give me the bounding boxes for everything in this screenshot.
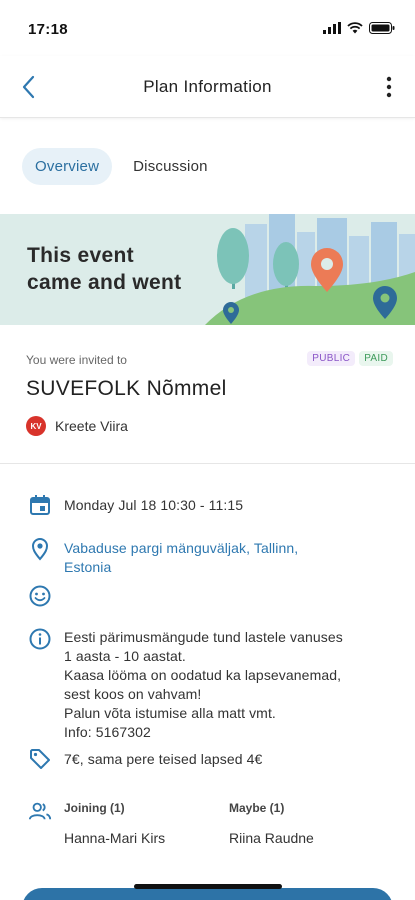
more-options-button[interactable] [379, 71, 399, 103]
paid-badge: PAID [359, 351, 393, 366]
audience-row [0, 584, 415, 610]
host-name: Kreete Viira [55, 418, 128, 434]
people-icon [28, 799, 52, 823]
location-line-1: Vabaduse pargi mänguväljak, Tallinn, [64, 540, 299, 556]
joining-participant[interactable]: Hanna-Mari Kirs [64, 830, 165, 846]
banner-text: This event came and went [27, 242, 181, 296]
tab-overview[interactable]: Overview [22, 148, 113, 185]
status-bar: 17:18 [0, 0, 415, 56]
tab-discussion[interactable]: Discussion [120, 148, 221, 185]
calendar-icon [28, 493, 52, 517]
maybe-participant[interactable]: Riina Raudne [229, 830, 314, 846]
joining-header: Joining (1) [64, 801, 125, 815]
location-line-2: Estonia [64, 559, 112, 575]
datetime-row: Monday Jul 18 10:30 - 11:15 [0, 492, 415, 518]
event-title: SUVEFOLK Nõmmel [26, 377, 227, 400]
event-ended-banner: This event came and went [0, 214, 415, 325]
event-price: 7€, sama pere teised lapsed 4€ [64, 751, 263, 767]
event-description: Eesti pärimusmängude tund lastele vanuse… [64, 628, 391, 742]
home-indicator [134, 884, 282, 889]
price-row: 7€, sama pere teised lapsed 4€ [0, 747, 415, 773]
description-line: 1 aasta - 10 aastat. [64, 648, 186, 664]
description-line: Kaasa lööma on oodatud ka lapsevanemad, [64, 667, 342, 683]
battery-icon [369, 22, 395, 34]
description-line: Info: 5167302 [64, 724, 151, 740]
description-line: Palun võta istumise alla matt vmt. [64, 705, 276, 721]
status-icons [323, 22, 395, 34]
description-line: Eesti pärimusmängude tund lastele vanuse… [64, 629, 343, 645]
status-time: 17:18 [28, 21, 68, 38]
maybe-header: Maybe (1) [229, 801, 285, 815]
info-icon [28, 627, 52, 651]
badge-group: PUBLIC PAID [307, 351, 393, 366]
smiley-icon [28, 584, 52, 608]
park-illustration [205, 214, 415, 325]
public-badge: PUBLIC [307, 351, 356, 366]
invite-section: You were invited to PUBLIC PAID SUVEFOLK… [0, 325, 415, 464]
page-title: Plan Information [143, 77, 272, 96]
location-pin-icon [28, 537, 52, 561]
description-row: Eesti pärimusmängude tund lastele vanuse… [0, 626, 415, 746]
signal-icon [323, 22, 341, 34]
description-line: sest koos on vahvam! [64, 686, 202, 702]
invite-label: You were invited to [26, 353, 127, 367]
tab-bar: Overview Discussion [22, 148, 221, 185]
avatar: KV [26, 416, 46, 436]
event-datetime: Monday Jul 18 10:30 - 11:15 [64, 497, 244, 513]
banner-line-2: came and went [27, 271, 182, 294]
host[interactable]: KV Kreete Viira [26, 416, 128, 436]
primary-action-button[interactable] [22, 888, 393, 900]
wifi-icon [347, 22, 363, 34]
event-location[interactable]: Vabaduse pargi mänguväljak, Tallinn, Est… [64, 539, 391, 577]
banner-line-1: This event [27, 244, 134, 267]
price-tag-icon [28, 747, 52, 771]
location-row[interactable]: Vabaduse pargi mänguväljak, Tallinn, Est… [0, 536, 415, 580]
more-vertical-icon [386, 76, 392, 98]
nav-bar: Plan Information [0, 56, 415, 118]
